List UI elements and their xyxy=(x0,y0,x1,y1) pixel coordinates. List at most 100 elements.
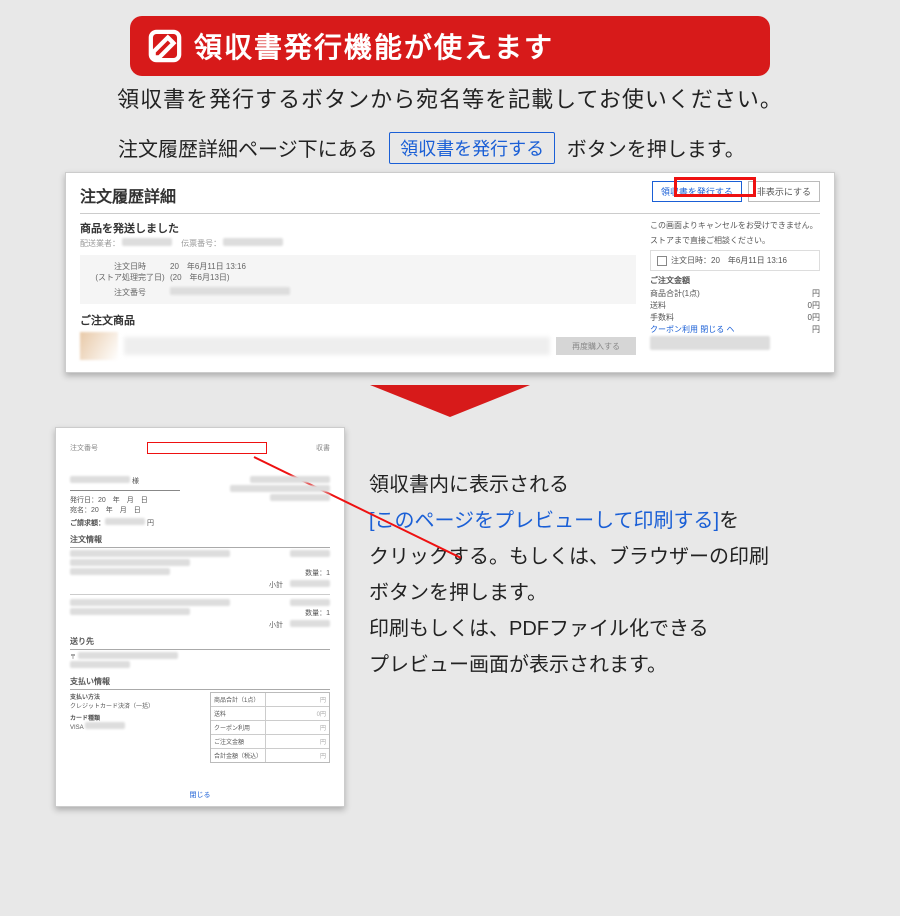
panel-left: 商品を発送しました 配送業者： 伝票番号： 注文日時 (ストア処理完了日) 20… xyxy=(80,220,636,360)
doc-order-no-label: 注文番号 xyxy=(70,443,98,453)
blur xyxy=(70,661,130,668)
s2-l6: プレビュー画面が表示されます。 xyxy=(369,647,845,683)
s2-l1: 領収書内に表示される xyxy=(369,467,845,503)
order-no-label: 注文番号 xyxy=(90,287,170,298)
blur xyxy=(250,476,330,483)
issue-receipt-inline-button: 領収書を発行する xyxy=(389,132,555,164)
pay-method-v: クレジットカード決済（一括） xyxy=(70,701,200,710)
blur xyxy=(290,620,330,627)
blur xyxy=(230,485,330,492)
doc-meta1: 発行日：20 年 月 日 xyxy=(70,495,180,505)
blur xyxy=(122,238,172,246)
sum-l: 商品合計(1点) xyxy=(650,288,700,299)
t-l: 合計金額（税込） xyxy=(211,749,266,762)
doc-meta2: 宛名：20 年 月 日 xyxy=(70,505,180,515)
issue-receipt-button[interactable]: 領収書を発行する xyxy=(652,181,742,202)
edit-icon xyxy=(148,29,182,63)
blur xyxy=(124,337,550,355)
shipped-label: 商品を発送しました xyxy=(80,220,636,236)
s2-l2a: を xyxy=(719,510,739,532)
doc-summary-table: 商品合計（1点）円 送料0円 クーポン利用円 ご注文金額円 合計金額（税込）円 xyxy=(210,692,330,763)
doc-sec-order: 注文情報 xyxy=(70,534,330,548)
blur xyxy=(78,652,178,659)
t-r: 円 xyxy=(266,735,329,748)
doc-receipt-word: 収書 xyxy=(316,443,330,453)
order-date-label: 注文日時 (ストア処理完了日) xyxy=(90,261,170,283)
t-l: 商品合計（1点） xyxy=(211,693,266,706)
step2-row: 注文番号 収書 様 発行日：20 年 月 日 宛名：20 年 月 日 ご請求額：… xyxy=(55,427,845,807)
sum-r: 0円 xyxy=(808,300,820,311)
blur xyxy=(70,559,190,566)
t-r: 0円 xyxy=(266,707,329,720)
sum-r: 円 xyxy=(812,288,820,299)
doc-sub: 小計 xyxy=(269,622,283,629)
blur xyxy=(105,518,145,525)
doc-sub: 小計 xyxy=(269,582,283,589)
instruction-document: 領収書発行機能が使えます 領収書を発行するボタンから宛名等を記載してお使いくださ… xyxy=(0,16,900,916)
blur xyxy=(70,550,230,557)
sum-r: 円 xyxy=(812,324,820,335)
instruction-step1: 注文履歴詳細ページ下にある 領収書を発行する ボタンを押します。 xyxy=(118,132,900,164)
blur xyxy=(290,580,330,587)
order-date-value: 20 年6月11日 13:16 (20 年6月13日) xyxy=(170,261,626,283)
t-l: ご注文金額 xyxy=(211,735,266,748)
blur xyxy=(70,476,130,483)
blur xyxy=(170,287,290,295)
order-meta-box: 注文日時 (ストア処理完了日) 20 年6月11日 13:16 (20 年6月1… xyxy=(80,255,636,304)
slip-label: 伝票番号： xyxy=(181,239,221,248)
doc-page-link[interactable]: 閉じる xyxy=(56,790,344,800)
doc-sec-pay: 支払い情報 xyxy=(70,676,330,690)
date-badge-text: 注文日時：20 年6月11日 13:16 xyxy=(671,255,787,266)
doc-sec-addr: 送り先 xyxy=(70,636,330,650)
panel-right: この画面よりキャンセルをお受けできません。 ストアまで直接ご相談ください。 注文… xyxy=(650,220,820,360)
hide-button[interactable]: 非表示にする xyxy=(748,181,820,202)
instr1-before: 注文履歴詳細ページ下にある xyxy=(118,139,378,161)
calendar-icon xyxy=(657,256,667,266)
blur xyxy=(650,336,770,350)
s2-l4: ボタンを押します。 xyxy=(369,575,845,611)
sum-title: ご注文金額 xyxy=(650,275,820,286)
carrier-label: 配送業者： xyxy=(80,239,120,248)
yen: 円 xyxy=(147,520,154,527)
date-badge: 注文日時：20 年6月11日 13:16 xyxy=(650,250,820,271)
doc-qty: 数量：1 xyxy=(305,608,330,618)
doc-qty: 数量：1 xyxy=(305,570,330,577)
blur xyxy=(70,608,190,615)
s2-l3: クリックする。もしくは、ブラウザーの印刷 xyxy=(369,539,845,575)
subtitle: 領収書を発行するボタンから宛名等を記載してお使いください。 xyxy=(0,82,900,114)
blur xyxy=(290,599,330,606)
print-preview-button-highlight xyxy=(147,442,267,454)
doc-billing-label: ご請求額： xyxy=(70,520,105,527)
t-r: 円 xyxy=(266,749,329,762)
panel-top-buttons: 領収書を発行する 非表示にする xyxy=(652,181,820,202)
t-r: 円 xyxy=(266,721,329,734)
step2-text: 領収書内に表示される [このページをプレビューして印刷する]を クリックする。も… xyxy=(369,427,845,683)
down-arrow-icon xyxy=(370,385,530,417)
item-row: 再度購入する xyxy=(80,332,636,360)
sum-r: 0円 xyxy=(808,312,820,323)
ordered-items-title: ご注文商品 xyxy=(80,312,636,328)
rebuy-button[interactable]: 再度購入する xyxy=(556,337,636,355)
sum-l: クーポン利用 閉じる ヘ xyxy=(650,324,734,335)
instr1-after: ボタンを押します。 xyxy=(567,139,745,161)
cancel-note1: この画面よりキャンセルをお受けできません。 xyxy=(650,220,820,231)
cancel-note2: ストアまで直接ご相談ください。 xyxy=(650,235,820,246)
blur xyxy=(70,599,230,606)
blur xyxy=(290,550,330,557)
sum-l: 手数料 xyxy=(650,312,674,323)
blur xyxy=(270,494,330,501)
banner: 領収書発行機能が使えます xyxy=(130,16,770,76)
receipt-document: 注文番号 収書 様 発行日：20 年 月 日 宛名：20 年 月 日 ご請求額：… xyxy=(55,427,345,807)
card-v: VISA xyxy=(70,725,83,731)
t-r: 円 xyxy=(266,693,329,706)
sum-l: 送料 xyxy=(650,300,666,311)
s2-l5: 印刷もしくは、PDFファイル化できる xyxy=(369,611,845,647)
t-l: 送料 xyxy=(211,707,266,720)
order-history-panel: 領収書を発行する 非表示にする 注文履歴詳細 商品を発送しました 配送業者： 伝… xyxy=(65,172,835,373)
banner-title: 領収書発行機能が使えます xyxy=(194,26,554,66)
blur xyxy=(70,568,170,575)
item-thumb xyxy=(80,332,118,360)
t-l: クーポン利用 xyxy=(211,721,266,734)
blur xyxy=(85,722,125,729)
s2-blue: [このページをプレビューして印刷する] xyxy=(369,510,719,532)
